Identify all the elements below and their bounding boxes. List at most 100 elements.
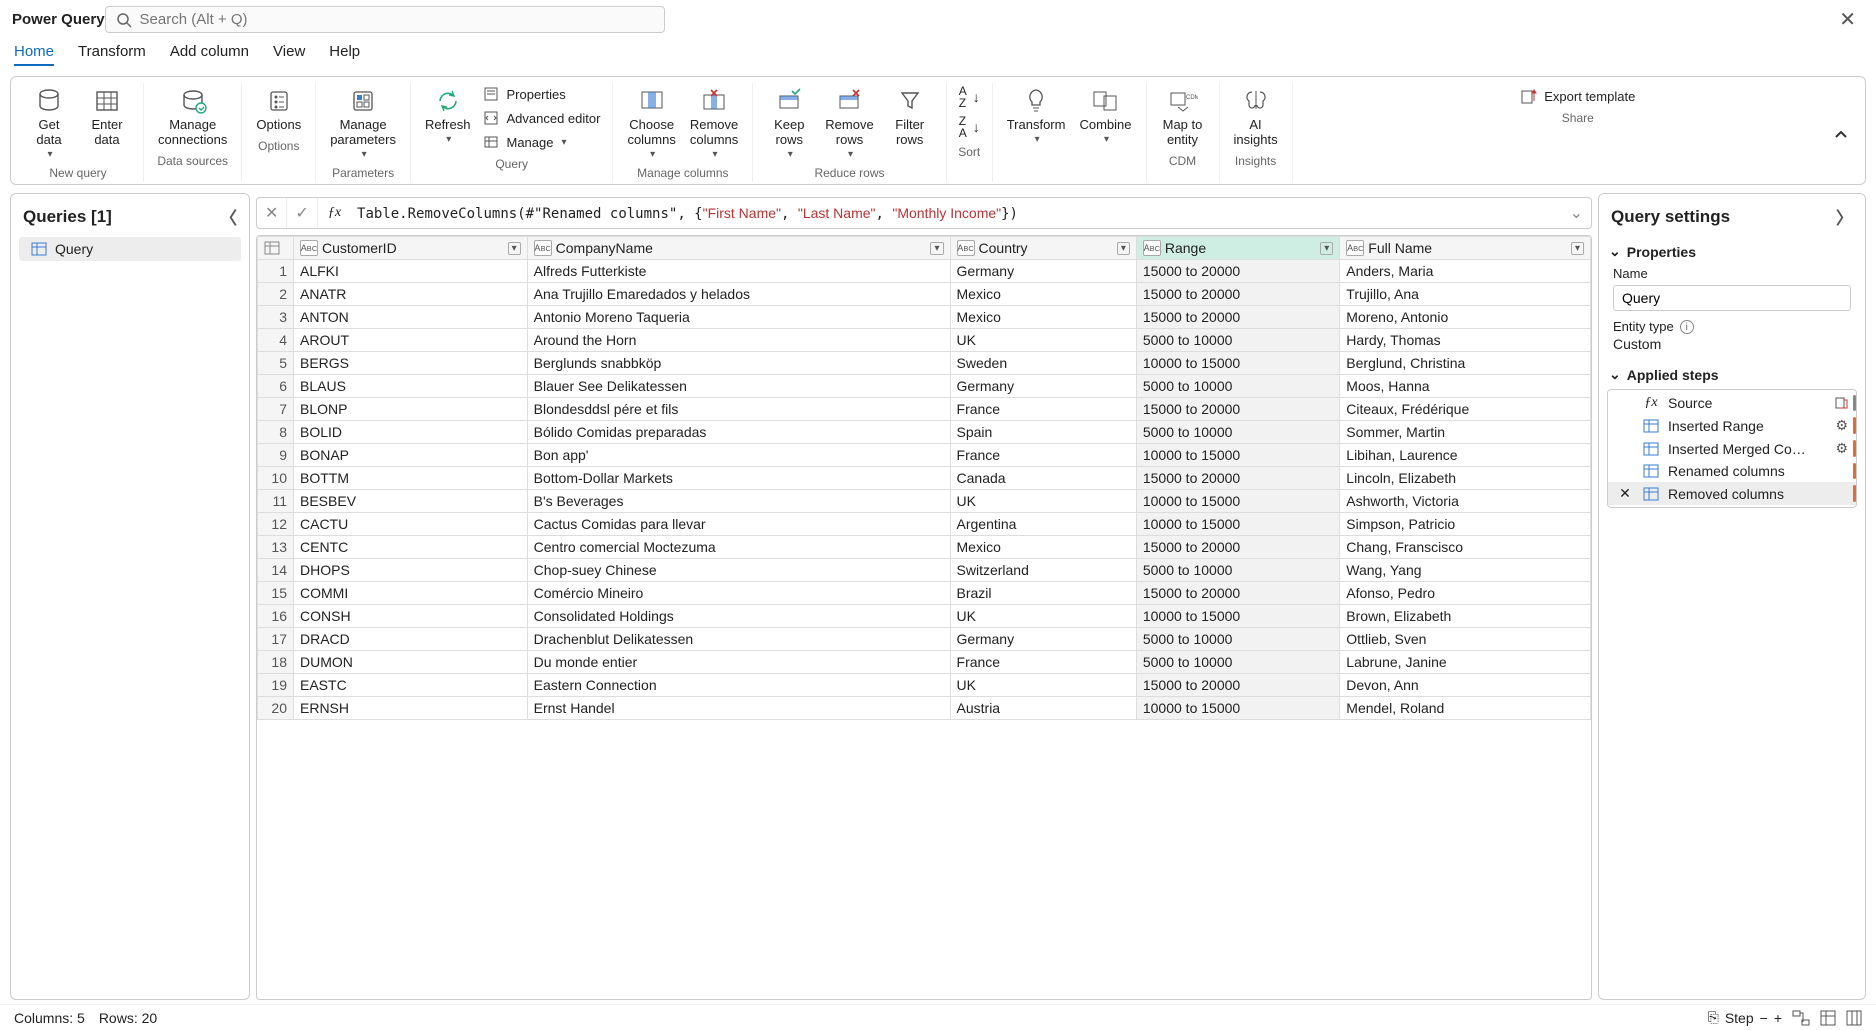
cell[interactable]: BOLID [294, 421, 528, 444]
column-header[interactable]: ABCFull Name▾ [1340, 237, 1591, 260]
cell[interactable]: Ana Trujillo Emaredados y helados [527, 283, 950, 306]
cell[interactable]: 5000 to 10000 [1136, 559, 1339, 582]
delete-step-icon[interactable]: ✕ [1616, 485, 1634, 502]
cell[interactable]: 5000 to 10000 [1136, 651, 1339, 674]
column-filter-button[interactable]: ▾ [1117, 242, 1130, 255]
query-item[interactable]: Query [19, 237, 241, 261]
cell[interactable]: 10000 to 15000 [1136, 697, 1339, 720]
cell[interactable]: Citeaux, Frédérique [1340, 398, 1591, 421]
menu-tab-help[interactable]: Help [329, 43, 360, 66]
cell[interactable]: Libihan, Laurence [1340, 444, 1591, 467]
keep-rows-button[interactable]: Keep rows▾ [761, 83, 817, 162]
table-row[interactable]: 18DUMONDu monde entierFrance5000 to 1000… [258, 651, 1591, 674]
column-header[interactable]: ABCCountry▾ [950, 237, 1136, 260]
cell[interactable]: Antonio Moreno Taqueria [527, 306, 950, 329]
cell[interactable]: BLAUS [294, 375, 528, 398]
table-row[interactable]: 1ALFKIAlfreds FutterkisteGermany15000 to… [258, 260, 1591, 283]
table-row[interactable]: 3ANTONAntonio Moreno TaqueriaMexico15000… [258, 306, 1591, 329]
close-icon[interactable]: ✕ [1831, 7, 1864, 32]
cell[interactable]: 15000 to 20000 [1136, 467, 1339, 490]
cell[interactable]: Blauer See Delikatessen [527, 375, 950, 398]
column-header[interactable]: ABCRange▾ [1136, 237, 1339, 260]
cell[interactable]: Blondesddsl pére et fils [527, 398, 950, 421]
refresh-button[interactable]: Refresh▾ [419, 83, 477, 147]
row-number[interactable]: 19 [258, 674, 294, 697]
cell[interactable]: France [950, 444, 1136, 467]
cell[interactable]: CONSH [294, 605, 528, 628]
cell[interactable]: BLONP [294, 398, 528, 421]
applied-step[interactable]: ƒxSource [1608, 392, 1856, 414]
applied-step[interactable]: Inserted Merged Co…⚙ [1608, 437, 1856, 460]
row-number[interactable]: 17 [258, 628, 294, 651]
remove-columns-button[interactable]: Remove columns▾ [684, 83, 744, 162]
table-row[interactable]: 12CACTUCactus Comidas para llevarArgenti… [258, 513, 1591, 536]
cell[interactable]: Sommer, Martin [1340, 421, 1591, 444]
applied-step[interactable]: Inserted Range⚙ [1608, 414, 1856, 437]
row-number[interactable]: 12 [258, 513, 294, 536]
search-box[interactable] [105, 6, 665, 33]
row-number[interactable]: 11 [258, 490, 294, 513]
cell[interactable]: 15000 to 20000 [1136, 283, 1339, 306]
cell[interactable]: BONAP [294, 444, 528, 467]
data-view-button[interactable] [1820, 1010, 1836, 1026]
column-filter-button[interactable]: ▾ [1571, 242, 1584, 255]
filter-rows-button[interactable]: Filter rows [882, 83, 938, 150]
cell[interactable]: Canada [950, 467, 1136, 490]
table-row[interactable]: 15COMMIComércio MineiroBrazil15000 to 20… [258, 582, 1591, 605]
table-row[interactable]: 5BERGSBerglunds snabbköpSweden10000 to 1… [258, 352, 1591, 375]
applied-step[interactable]: Renamed columns [1608, 460, 1856, 482]
cell[interactable]: 15000 to 20000 [1136, 306, 1339, 329]
cell[interactable]: Bottom-Dollar Markets [527, 467, 950, 490]
cell[interactable]: Bólido Comidas preparadas [527, 421, 950, 444]
cell[interactable]: Cactus Comidas para llevar [527, 513, 950, 536]
cell[interactable]: Bon app' [527, 444, 950, 467]
cell[interactable]: DUMON [294, 651, 528, 674]
table-row[interactable]: 6BLAUSBlauer See DelikatessenGermany5000… [258, 375, 1591, 398]
row-number[interactable]: 18 [258, 651, 294, 674]
column-header[interactable]: ABCCustomerID▾ [294, 237, 528, 260]
gear-icon[interactable]: ⚙ [1835, 417, 1848, 434]
cell[interactable]: Germany [950, 628, 1136, 651]
row-number[interactable]: 9 [258, 444, 294, 467]
row-number[interactable]: 1 [258, 260, 294, 283]
remove-rows-button[interactable]: Remove rows▾ [819, 83, 879, 162]
row-number[interactable]: 5 [258, 352, 294, 375]
formula-bar[interactable]: ✕ ✓ ƒx Table.RemoveColumns(#"Renamed col… [256, 197, 1592, 229]
cell[interactable]: Afonso, Pedro [1340, 582, 1591, 605]
advanced-editor-button[interactable]: Advanced editor [478, 107, 604, 129]
cell[interactable]: UK [950, 329, 1136, 352]
schema-view-button[interactable] [1846, 1010, 1862, 1026]
step-nav[interactable]: ⎘ Step −+ [1708, 1009, 1782, 1026]
table-row[interactable]: 4AROUTAround the HornUK5000 to 10000Hard… [258, 329, 1591, 352]
table-row[interactable]: 17DRACDDrachenblut DelikatessenGermany50… [258, 628, 1591, 651]
row-number[interactable]: 20 [258, 697, 294, 720]
row-number[interactable]: 3 [258, 306, 294, 329]
cell[interactable]: ANATR [294, 283, 528, 306]
menu-tab-home[interactable]: Home [14, 43, 54, 66]
table-row[interactable]: 13CENTCCentro comercial MoctezumaMexico1… [258, 536, 1591, 559]
cell[interactable]: Mexico [950, 283, 1136, 306]
manage-button[interactable]: Manage▾ [478, 131, 570, 153]
collapse-queries-button[interactable]: 〈 [220, 204, 237, 229]
cell[interactable]: ERNSH [294, 697, 528, 720]
chevron-down-icon[interactable]: ⌄ [1609, 243, 1621, 260]
cell[interactable]: Ernst Handel [527, 697, 950, 720]
cell[interactable]: Drachenblut Delikatessen [527, 628, 950, 651]
cell[interactable]: 15000 to 20000 [1136, 674, 1339, 697]
row-number[interactable]: 4 [258, 329, 294, 352]
collapse-settings-button[interactable]: 〉 [1836, 204, 1853, 229]
formula-input[interactable]: Table.RemoveColumns(#"Renamed columns", … [351, 205, 1562, 222]
cell[interactable]: 10000 to 15000 [1136, 490, 1339, 513]
row-number[interactable]: 2 [258, 283, 294, 306]
ai-insights-button[interactable]: AI insights [1228, 83, 1284, 150]
cell[interactable]: Simpson, Patricio [1340, 513, 1591, 536]
cell[interactable]: 10000 to 15000 [1136, 444, 1339, 467]
cell[interactable]: 10000 to 15000 [1136, 352, 1339, 375]
cell[interactable]: Mexico [950, 536, 1136, 559]
options-button[interactable]: Options [250, 83, 307, 135]
diagram-view-button[interactable] [1792, 1010, 1810, 1026]
cell[interactable]: Chang, Franscisco [1340, 536, 1591, 559]
step-link-icon[interactable] [1834, 396, 1848, 410]
table-row[interactable]: 10BOTTMBottom-Dollar MarketsCanada15000 … [258, 467, 1591, 490]
get-data-button[interactable]: Get data▾ [21, 83, 77, 162]
